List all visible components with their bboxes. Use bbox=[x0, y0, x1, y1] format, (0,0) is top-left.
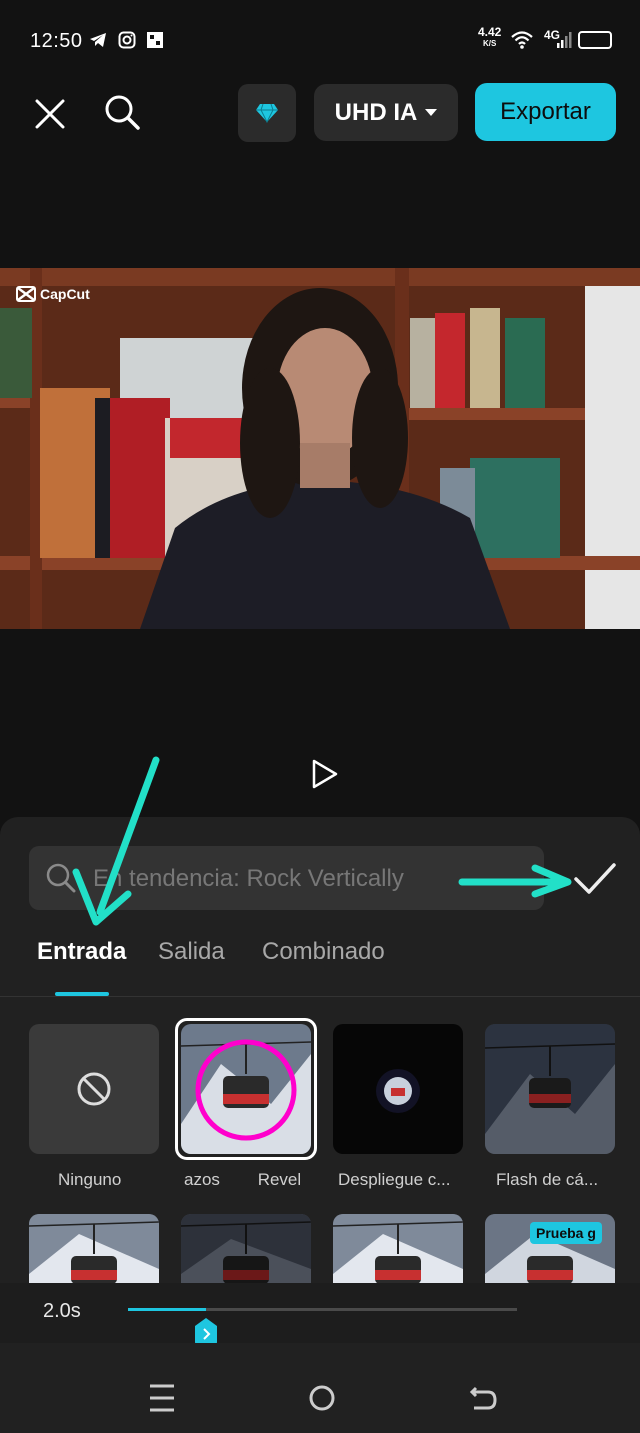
duration-label: 2.0s bbox=[43, 1300, 81, 1322]
video-preview[interactable] bbox=[0, 268, 640, 629]
status-time: 12:50 bbox=[30, 30, 83, 52]
search-input[interactable] bbox=[91, 846, 535, 912]
effect-label: azos Revel bbox=[184, 1170, 302, 1189]
tab-entrada[interactable]: Entrada bbox=[37, 938, 126, 966]
effect-label: Flash de cá... bbox=[496, 1170, 599, 1189]
tab-salida[interactable]: Salida bbox=[158, 938, 225, 966]
trial-badge: Prueba g bbox=[530, 1222, 602, 1244]
cable-car-thumbnail bbox=[181, 1024, 311, 1154]
close-icon bbox=[35, 99, 65, 129]
effect-tile-flash[interactable] bbox=[485, 1024, 615, 1154]
cable-car-thumbnail bbox=[29, 1214, 159, 1284]
duration-slider-fill bbox=[128, 1308, 206, 1311]
effect-label: Despliegue c... bbox=[338, 1170, 451, 1189]
home-button[interactable] bbox=[300, 1376, 344, 1420]
back-icon bbox=[469, 1386, 497, 1410]
capcut-logo-icon bbox=[16, 286, 36, 302]
despliegue-thumbnail bbox=[376, 1069, 420, 1113]
net-speed: 4.42 K/S bbox=[478, 25, 502, 48]
divider bbox=[0, 996, 640, 997]
flash-thumbnail bbox=[485, 1024, 615, 1154]
battery-indicator: 85 bbox=[578, 31, 612, 49]
caret-down-icon bbox=[425, 108, 438, 116]
none-icon bbox=[77, 1072, 111, 1106]
capcut-watermark: CapCut bbox=[16, 286, 90, 302]
confirm-button[interactable] bbox=[570, 857, 618, 901]
quality-label: UHD IA bbox=[334, 98, 418, 126]
gallery-icon bbox=[146, 31, 164, 54]
export-button[interactable]: Exportar bbox=[475, 83, 616, 141]
video-frame bbox=[0, 268, 640, 629]
search-field[interactable] bbox=[29, 846, 544, 912]
play-button[interactable] bbox=[306, 756, 342, 792]
telegram-icon bbox=[88, 30, 108, 55]
signal-icon bbox=[556, 32, 572, 53]
play-icon bbox=[312, 759, 338, 789]
menu-icon bbox=[150, 1384, 174, 1412]
close-button[interactable] bbox=[28, 92, 72, 136]
recent-apps-button[interactable] bbox=[140, 1376, 184, 1420]
quality-dropdown[interactable]: UHD IA bbox=[314, 84, 458, 141]
premium-button[interactable] bbox=[238, 84, 296, 142]
search-icon bbox=[105, 95, 140, 130]
cable-car-thumbnail bbox=[333, 1214, 463, 1284]
effect-tile[interactable] bbox=[181, 1214, 311, 1284]
tab-combinado[interactable]: Combinado bbox=[262, 938, 385, 966]
effect-label: Ninguno bbox=[58, 1170, 122, 1189]
search-icon bbox=[46, 863, 76, 893]
search-button[interactable] bbox=[98, 88, 146, 136]
home-circle-icon bbox=[309, 1385, 335, 1411]
effect-tile-none[interactable] bbox=[29, 1024, 159, 1154]
instagram-icon bbox=[118, 31, 136, 54]
cable-car-thumbnail bbox=[181, 1214, 311, 1284]
duration-panel bbox=[0, 1283, 640, 1343]
duration-slider-thumb[interactable] bbox=[195, 1318, 217, 1344]
wifi-icon bbox=[510, 30, 534, 55]
effect-tile-despliegue[interactable] bbox=[333, 1024, 463, 1154]
effect-tile-selected[interactable] bbox=[181, 1024, 311, 1154]
checkmark-icon bbox=[574, 863, 616, 894]
back-button[interactable] bbox=[462, 1376, 506, 1420]
slider-handle-icon bbox=[195, 1318, 217, 1344]
diamond-icon bbox=[256, 103, 278, 123]
effect-tile[interactable] bbox=[29, 1214, 159, 1284]
effect-tile[interactable] bbox=[333, 1214, 463, 1284]
